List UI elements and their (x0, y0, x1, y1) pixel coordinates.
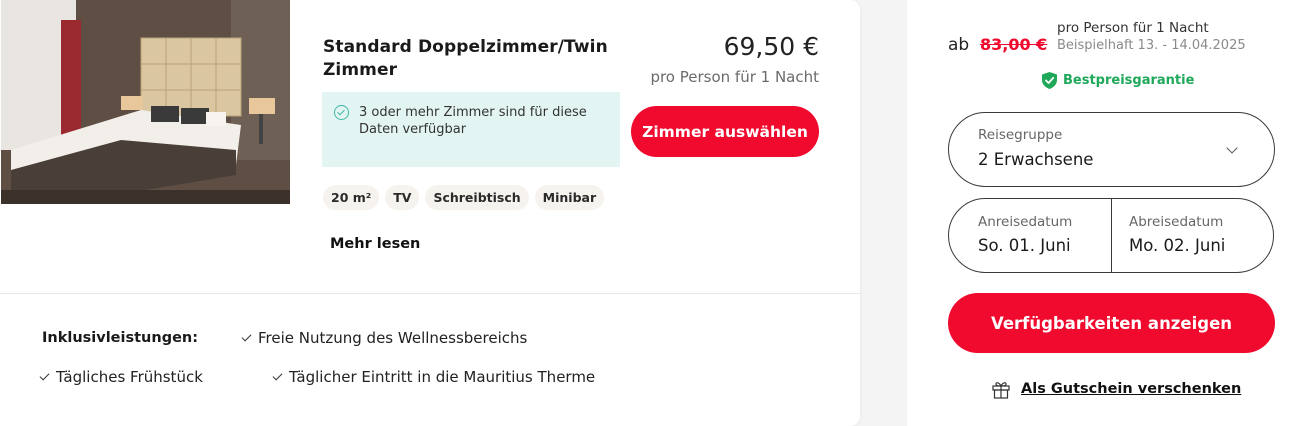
best-price-guarantee[interactable]: Bestpreisgarantie (1042, 72, 1194, 89)
travel-group-value: 2 Erwachsene (978, 150, 1094, 169)
inclusion-item: Täglicher Eintritt in die Mauritius Ther… (272, 368, 596, 386)
feature-tag-minibar: Minibar (534, 185, 605, 210)
select-room-button[interactable]: Zimmer auswählen (631, 106, 819, 157)
divider (0, 293, 860, 294)
arrival-date-field[interactable]: Anreisedatum So. 01. Juni (949, 199, 1111, 272)
inclusion-text: Tägliches Frühstück (56, 368, 203, 386)
show-availability-button[interactable]: Verfügbarkeiten anzeigen (948, 293, 1275, 353)
shield-check-icon (1042, 72, 1057, 89)
room-image[interactable] (1, 0, 290, 204)
from-label: ab (948, 35, 970, 55)
feature-tag-desk: Schreibtisch (425, 185, 529, 210)
inclusion-text: Täglicher Eintritt in die Mauritius Ther… (289, 368, 596, 386)
checkmark-icon (39, 370, 50, 380)
travel-group-select[interactable]: Reisegruppe 2 Erwachsene (948, 112, 1275, 187)
feature-tag-tv: TV (385, 185, 420, 210)
price-note: pro Person für 1 Nacht (1057, 20, 1209, 36)
availability-notice: 3 oder mehr Zimmer sind für diese Daten … (322, 92, 620, 167)
chevron-down-icon (1226, 142, 1238, 154)
checkmark-icon (272, 370, 283, 380)
gift-icon (992, 382, 1010, 399)
room-title: Standard Doppelzimmer/Twin Zimmer (323, 37, 608, 80)
checkmark-icon (241, 331, 252, 341)
room-price: 69,50 € (723, 32, 819, 61)
gift-voucher-link[interactable]: Als Gutschein verschenken (991, 379, 1241, 399)
example-dates: Beispielhaft 13. - 14.04.2025 (1057, 38, 1246, 53)
travel-group-label: Reisegruppe (978, 127, 1063, 143)
room-price-unit: pro Person für 1 Nacht (650, 68, 819, 86)
inclusion-item: Freie Nutzung des Wellnessbereichs (241, 329, 528, 347)
departure-date-label: Abreisedatum (1129, 214, 1224, 230)
room-features: 20 m² TV Schreibtisch Minibar (323, 185, 605, 210)
inclusion-text: Freie Nutzung des Wellnessbereichs (258, 329, 528, 347)
guarantee-label: Bestpreisgarantie (1063, 73, 1195, 88)
availability-text: 3 oder mehr Zimmer sind für diese Daten … (359, 105, 587, 137)
date-range-field: Anreisedatum So. 01. Juni Abreisedatum M… (948, 198, 1274, 273)
old-price: 83,00 € (980, 35, 1048, 54)
arrival-date-label: Anreisedatum (978, 214, 1073, 230)
room-card: Standard Doppelzimmer/Twin Zimmer 3 oder… (0, 0, 860, 426)
gift-link-label: Als Gutschein verschenken (1021, 381, 1242, 397)
inclusion-item: Tägliches Frühstück (39, 368, 203, 386)
read-more-link[interactable]: Mehr lesen (330, 236, 420, 252)
departure-date-field[interactable]: Abreisedatum Mo. 02. Juni (1112, 199, 1273, 272)
arrival-date-value: So. 01. Juni (978, 236, 1071, 255)
departure-date-value: Mo. 02. Juni (1129, 236, 1226, 255)
feature-tag-size: 20 m² (323, 185, 380, 210)
check-circle-icon (334, 105, 349, 120)
inclusions-label: Inklusivleistungen: (42, 330, 199, 346)
